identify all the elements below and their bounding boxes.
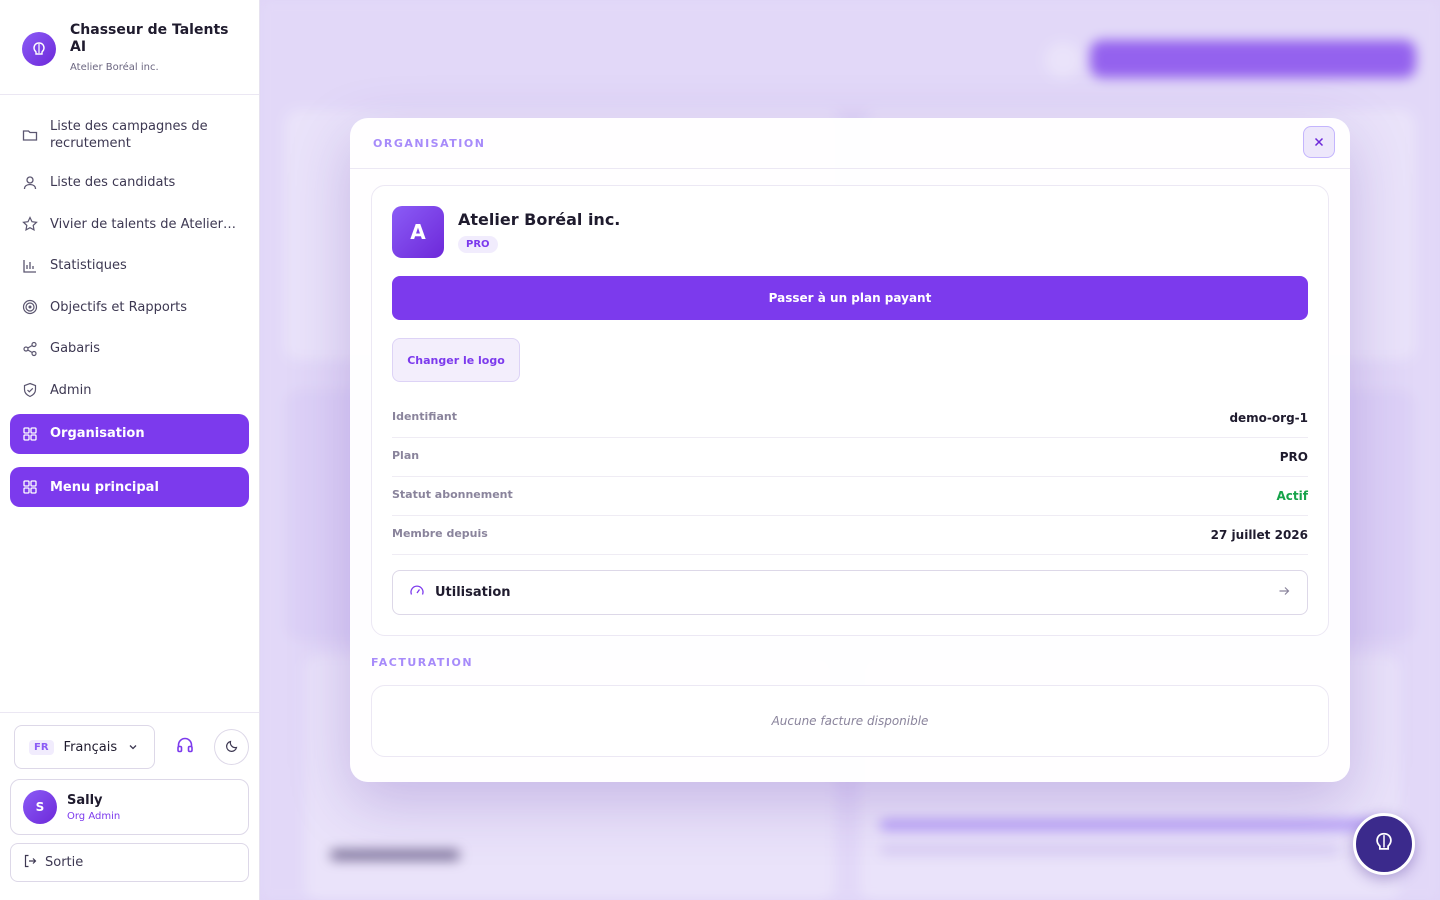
sidebar-item-label: Objectifs et Rapports (50, 299, 188, 315)
shield-icon (22, 382, 38, 398)
plan-badge: PRO (458, 236, 498, 253)
user-name: Sally (67, 792, 103, 808)
info-row-identifier: Identifiant demo-org-1 (392, 399, 1308, 438)
sidebar-item-statistics[interactable]: Statistiques (10, 246, 249, 286)
moon-icon (225, 738, 239, 757)
org-info-list: Identifiant demo-org-1 Plan PRO Statut a… (392, 399, 1308, 555)
info-key: Identifiant (392, 409, 457, 423)
arrow-right-icon (1277, 583, 1291, 602)
app-title: Chasseur de Talents AI (70, 22, 229, 55)
sidebar-item-templates[interactable]: Gabaris (10, 329, 249, 369)
settings-row: FR Français (10, 725, 249, 769)
assistant-fab-button[interactable] (1353, 813, 1415, 875)
usage-link[interactable]: Utilisation (392, 570, 1308, 615)
billing-card: Aucune facture disponible (371, 685, 1329, 757)
organisation-modal: ORGANISATION A Atelier Boréal inc. PRO P… (350, 118, 1350, 782)
avatar: S (23, 790, 57, 824)
usage-label: Utilisation (435, 585, 511, 600)
language-code: FR (29, 739, 54, 755)
modal-header: ORGANISATION (350, 118, 1350, 169)
language-select[interactable]: FR Français (14, 725, 156, 769)
info-row-subscription-status: Statut abonnement Actif (392, 477, 1308, 516)
close-button[interactable] (1303, 126, 1335, 158)
sidebar-item-label: Gabaris (50, 341, 100, 356)
info-key: Membre depuis (392, 526, 488, 540)
sidebar-item-campaigns[interactable]: Liste des campagnes de recrutement (10, 109, 249, 161)
sidebar-item-label: Organisation (50, 426, 145, 441)
logout-label: Sortie (45, 855, 84, 870)
grid-icon (22, 426, 38, 442)
theme-toggle-button[interactable] (214, 729, 249, 765)
target-icon (22, 299, 38, 315)
sidebar: Chasseur de Talents AI Atelier Boréal in… (0, 0, 260, 900)
headphones-icon (175, 735, 195, 759)
gauge-icon (409, 583, 425, 603)
logout-icon (23, 854, 37, 872)
grid-icon (22, 479, 38, 495)
change-logo-button[interactable]: Changer le logo (392, 338, 520, 382)
sidebar-item-label: Vivier de talents de Atelier Boréal inc. (50, 216, 237, 232)
user-card[interactable]: S Sally Org Admin (10, 779, 249, 835)
star-icon (22, 216, 38, 232)
org-logo: A (392, 206, 444, 258)
sidebar-item-label: Menu principal (50, 479, 159, 495)
user-icon (22, 175, 38, 191)
sidebar-nav: Liste des campagnes de recrutement Liste… (0, 95, 259, 523)
share-icon (22, 341, 38, 357)
info-row-member-since: Membre depuis 27 juillet 2026 (392, 516, 1308, 555)
brain-icon (1373, 831, 1395, 857)
info-key: Statut abonnement (392, 487, 513, 501)
close-icon (1313, 133, 1325, 152)
brain-logo-icon (22, 32, 56, 66)
sidebar-item-talent-pool[interactable]: Vivier de talents de Atelier Boréal inc. (10, 204, 249, 244)
info-key: Plan (392, 448, 420, 462)
sidebar-item-organisation[interactable]: Organisation (10, 413, 249, 454)
brand-header: Chasseur de Talents AI Atelier Boréal in… (0, 0, 259, 95)
org-name-heading: Atelier Boréal inc. (458, 210, 621, 229)
sidebar-item-label: Liste des candidats (50, 175, 176, 190)
billing-section-title: FACTURATION (371, 656, 474, 669)
info-value: 27 juillet 2026 (1210, 528, 1308, 542)
status-badge: Actif (1276, 489, 1308, 503)
modal-title: ORGANISATION (373, 136, 486, 150)
user-role: Org Admin (67, 810, 121, 822)
sidebar-item-candidates[interactable]: Liste des candidats (10, 163, 249, 203)
organisation-card: A Atelier Boréal inc. PRO Passer à un pl… (371, 185, 1329, 636)
sidebar-item-label: Statistiques (50, 258, 127, 273)
upgrade-plan-button[interactable]: Passer à un plan payant (392, 276, 1308, 320)
info-row-plan: Plan PRO (392, 438, 1308, 477)
sidebar-item-goals[interactable]: Objectifs et Rapports (10, 287, 249, 327)
language-name: Français (63, 739, 118, 755)
sidebar-item-label: Admin (50, 382, 92, 398)
folder-icon (22, 127, 38, 143)
sidebar-item-label: Liste des campagnes de recrutement (50, 119, 208, 151)
org-name: Atelier Boréal inc. (70, 62, 159, 73)
logout-button[interactable]: Sortie (10, 843, 249, 882)
empty-invoices-text: Aucune facture disponible (771, 714, 929, 728)
sidebar-footer: FR Français S Sally Org Admin Sortie (0, 712, 259, 900)
bar-chart-icon (22, 258, 38, 274)
sidebar-item-main-menu[interactable]: Menu principal (10, 467, 249, 507)
chevron-down-icon (127, 738, 139, 757)
info-value: PRO (1279, 450, 1308, 464)
info-value: demo-org-1 (1229, 411, 1308, 425)
support-button[interactable] (167, 729, 202, 765)
sidebar-item-admin[interactable]: Admin (10, 370, 249, 410)
